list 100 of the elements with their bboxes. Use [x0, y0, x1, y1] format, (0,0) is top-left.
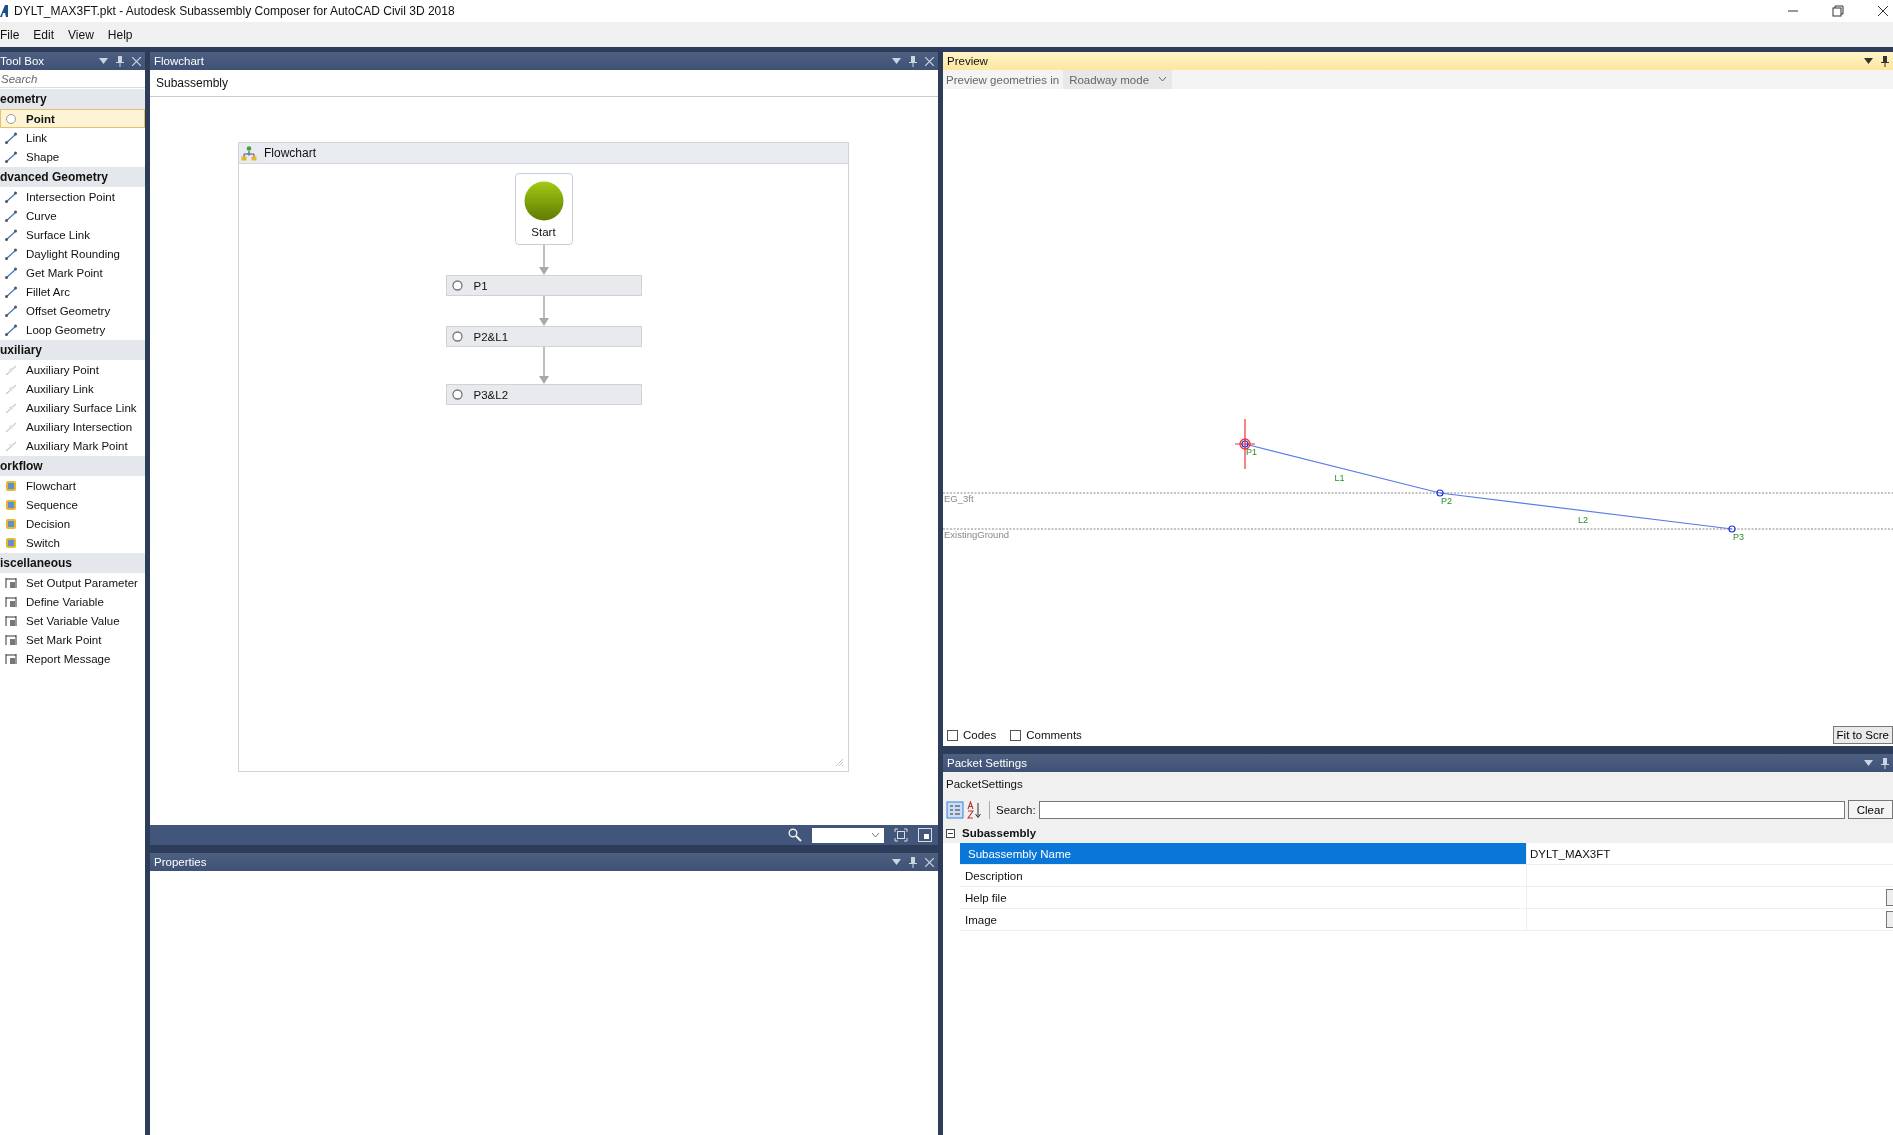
- tool-icon: [5, 228, 17, 241]
- pin-icon[interactable]: [116, 55, 124, 67]
- circle-icon: [451, 331, 463, 342]
- property-name[interactable]: Description: [960, 865, 1527, 886]
- tool-item[interactable]: Sequence: [0, 495, 145, 514]
- sort-alphabetical-icon[interactable]: [967, 800, 983, 819]
- tool-item[interactable]: Daylight Rounding: [0, 244, 145, 263]
- mode-dropdown[interactable]: Roadway mode: [1063, 70, 1173, 89]
- point-label: P1: [1246, 447, 1257, 457]
- point-marker: [1436, 489, 1444, 497]
- caret-icon: [872, 832, 879, 838]
- tool-item[interactable]: Auxiliary Mark Point: [0, 436, 145, 455]
- container-title: Flowchart: [264, 146, 316, 160]
- circle-icon: [5, 112, 17, 125]
- tool-item[interactable]: Report Message: [0, 649, 145, 668]
- start-circle-icon: [523, 180, 564, 221]
- tool-item[interactable]: Set Mark Point: [0, 630, 145, 649]
- pin-icon[interactable]: [909, 856, 917, 868]
- connector-arrow: [538, 296, 549, 326]
- property-name[interactable]: Subassembly Name: [960, 843, 1527, 864]
- restore-icon[interactable]: [1832, 5, 1844, 17]
- tool-item[interactable]: Shape: [0, 147, 145, 166]
- property-name[interactable]: Help file: [960, 887, 1527, 908]
- breadcrumb[interactable]: Subassembly: [156, 76, 229, 90]
- tool-item[interactable]: Link: [0, 128, 145, 147]
- menu-item[interactable]: Edit: [33, 27, 55, 42]
- tool-icon: [5, 266, 17, 279]
- close-icon[interactable]: [1877, 5, 1889, 17]
- search-field[interactable]: [1038, 800, 1845, 819]
- tool-item[interactable]: Auxiliary Surface Link: [0, 398, 145, 417]
- tool-item[interactable]: Flowchart: [0, 476, 145, 495]
- fit-icon[interactable]: [894, 828, 908, 842]
- tool-item[interactable]: Switch: [0, 533, 145, 552]
- category-header[interactable]: eometry: [0, 89, 145, 109]
- tool-icon: [5, 420, 17, 433]
- collapse-icon[interactable]: [946, 828, 955, 838]
- tool-item[interactable]: Intersection Point: [0, 187, 145, 206]
- tool-item[interactable]: Loop Geometry: [0, 320, 145, 339]
- tool-item[interactable]: Fillet Arc: [0, 282, 145, 301]
- object-name: PacketSettings: [946, 778, 1023, 790]
- resize-grip-icon[interactable]: [835, 758, 844, 767]
- checkbox-label: Codes: [963, 729, 997, 741]
- category-header[interactable]: dvanced Geometry: [0, 167, 145, 187]
- tool-item[interactable]: Get Mark Point: [0, 263, 145, 282]
- search-icon[interactable]: [788, 828, 802, 842]
- menu-item[interactable]: View: [68, 27, 94, 42]
- tool-icon: [5, 401, 17, 414]
- point-label: P2: [1441, 496, 1452, 506]
- origin-marker-icon: [1234, 418, 1256, 470]
- property-value: DYLT_MAX3FT: [1530, 847, 1611, 860]
- pin-icon[interactable]: [1881, 757, 1889, 769]
- start-node[interactable]: Start: [514, 173, 573, 245]
- fit-to-screen-button[interactable]: Fit to Scre: [1832, 726, 1893, 744]
- circle-icon: [451, 280, 463, 291]
- category-header[interactable]: orkflow: [0, 456, 145, 476]
- tool-item[interactable]: Define Variable: [0, 592, 145, 611]
- dropdown-icon[interactable]: [892, 859, 901, 865]
- category-header[interactable]: uxiliary: [0, 340, 145, 360]
- tool-item[interactable]: Surface Link: [0, 225, 145, 244]
- tool-item[interactable]: Set Output Parameter: [0, 573, 145, 592]
- tool-item[interactable]: Auxiliary Link: [0, 379, 145, 398]
- categorized-icon[interactable]: [946, 800, 964, 819]
- dropdown-icon[interactable]: [99, 58, 108, 64]
- connector-arrow: [538, 245, 549, 275]
- menu-item[interactable]: File: [0, 27, 20, 42]
- category-header[interactable]: iscellaneous: [0, 553, 145, 573]
- tool-item[interactable]: Decision: [0, 514, 145, 533]
- pin-icon[interactable]: [1881, 55, 1889, 67]
- dropdown-icon[interactable]: [1864, 58, 1873, 64]
- tool-icon: [5, 285, 17, 298]
- tool-icon: [5, 150, 17, 163]
- tool-item[interactable]: Auxiliary Intersection: [0, 417, 145, 436]
- tool-item[interactable]: Curve: [0, 206, 145, 225]
- tool-icon: [5, 209, 17, 222]
- tool-icon: [5, 439, 17, 452]
- tool-icon: [5, 304, 17, 317]
- step-node[interactable]: P1: [445, 275, 642, 296]
- pin-icon[interactable]: [909, 55, 917, 67]
- panel-title: Preview: [947, 55, 988, 67]
- tool-icon: [5, 190, 17, 203]
- tool-item[interactable]: Offset Geometry: [0, 301, 145, 320]
- overview-icon[interactable]: [918, 828, 932, 842]
- clear-button[interactable]: Clear: [1848, 800, 1893, 819]
- checkbox[interactable]: [947, 729, 958, 741]
- panel-title: Packet Settings: [947, 757, 1027, 769]
- checkbox[interactable]: [1010, 729, 1022, 741]
- zoom-dropdown[interactable]: [812, 827, 884, 843]
- tool-item[interactable]: Set Variable Value: [0, 611, 145, 630]
- panel-title: Properties: [154, 856, 207, 868]
- dropdown-icon[interactable]: [1864, 760, 1873, 766]
- tool-icon: [5, 498, 17, 511]
- step-node[interactable]: P3&L2: [445, 384, 642, 405]
- tool-icon: [5, 131, 17, 144]
- step-node[interactable]: P2&L1: [445, 326, 642, 347]
- tool-item[interactable]: Point: [0, 109, 145, 128]
- property-name[interactable]: Image: [960, 909, 1527, 930]
- dropdown-icon[interactable]: [892, 58, 901, 64]
- menu-item[interactable]: Help: [107, 27, 133, 42]
- tool-item[interactable]: Auxiliary Point: [0, 360, 145, 379]
- tool-icon: [5, 576, 17, 589]
